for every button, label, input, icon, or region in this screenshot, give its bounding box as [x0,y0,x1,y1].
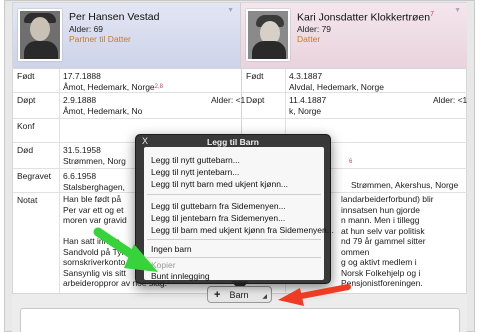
note-line: landarbeiderforbund) blir [341,194,434,204]
place-text: Åmot, Hedemark, Norge2,8 [63,82,238,93]
right-birth-value[interactable]: 4.3.1887 Alvdal, Hedemark, Norge [289,71,465,92]
note-line: Pensjonistforeningen. [341,278,423,288]
note-line: ommen [341,246,370,257]
divider [285,93,286,118]
chevron-down-icon[interactable]: ▼ [227,7,234,14]
person-age: Alder: 69 [69,24,104,34]
source-ref[interactable]: 7 [430,11,434,18]
head-shape [30,17,50,41]
note-line: innsatsen hun gjorde [341,204,420,215]
divider [59,169,60,192]
menu-item-copy: Kopier [151,260,176,270]
menu-item-son-from-sidemenu[interactable]: Legg til guttebarn fra Sidemenyen... [151,201,286,211]
add-child-menu: X Legg til Barn Legg til nytt guttebarn.… [135,134,334,284]
menu-item-new-child-unknown[interactable]: Legg til nytt barn med ukjent kjønn... [151,179,288,189]
add-child-button[interactable]: + Barn ◢ [207,286,272,303]
row-dopt: Døpt 2.9.1888 Åmot, Hedemark, No Alder: … [13,93,467,119]
row-label: Født [17,71,35,81]
right-burial-value[interactable]: Strømmen, Akershus, Norge [351,180,467,191]
menu-item-new-daughter[interactable]: Legg til nytt jentebarn... [151,167,239,177]
right-death-value[interactable]: 6 [349,157,352,168]
menu-body: Legg til nytt guttebarn... Legg til nytt… [144,147,334,281]
person-card-partner[interactable]: Per Hansen Vestad Alder: 69 Partner til … [13,3,241,69]
note-line: at hun selv var politisk [341,225,425,236]
row-label: Begravet [17,171,52,181]
row-fodt: Født 17.7.1888 Åmot, Hedemark, Norge2,8 … [13,69,467,93]
menu-item-new-son[interactable]: Legg til nytt guttebarn... [151,155,240,165]
divider [59,93,60,118]
divider [59,143,60,168]
note-line: n mann. Men i tillegg [341,215,420,225]
person-card-daughter[interactable]: Kari Jonsdatter Klokkertrøen7 Alder: 79 … [241,3,467,69]
right-baptism-age: Alder: <1 [433,95,468,105]
divider [59,193,60,295]
person-photo [246,9,290,61]
note-line: Norsk Folkehjelp og i [341,267,421,278]
row-label: Konf [17,121,35,131]
date-text: 17.7.1888 [63,71,101,81]
person-name-text: Kari Jonsdatter Klokkertrøen [297,11,431,24]
menu-item-bulk-entry[interactable]: Bunt innlegging [151,271,210,281]
menu-item-no-children[interactable]: Ingen barn [151,244,192,254]
row-label: Født [246,71,264,81]
chevron-down-icon: ◢ [262,294,267,300]
divider [59,119,60,142]
place-text: Åmot, Hedemark, No [63,105,143,116]
row-label: Døpt [17,95,36,105]
row-label: Død [17,145,34,155]
person-name: Per Hansen Vestad [69,11,160,23]
add-child-label: Barn [229,289,249,300]
source-ref[interactable]: 2,8 [155,84,163,90]
plus-icon: + [214,288,221,301]
note-line: nd 79 år gammel sitter [341,236,426,246]
menu-separator [147,257,321,258]
person-role: Datter [297,34,321,44]
menu-separator [147,194,321,195]
menu-title: Legg til Barn [207,137,259,147]
row-label: Døpt [246,95,265,105]
left-birth-value[interactable]: 17.7.1888 Åmot, Hedemark, Norge2,8 [63,71,238,92]
divider [285,69,286,92]
person-role: Partner til Datter [69,34,131,44]
person-name: Kari Jonsdatter Klokkertrøen7 [297,11,434,24]
place: Åmot, Hedemark, Norge [63,81,155,92]
body-shape [24,41,58,59]
children-panel [20,308,460,332]
divider [59,69,60,92]
menu-separator [147,239,321,240]
row-label: Notat [17,195,38,205]
source-ref[interactable]: 6 [349,159,352,165]
body-shape [252,41,286,59]
right-note-text[interactable]: landarbeiderforbund) blir innsatsen hun … [341,194,465,289]
divider [241,69,242,92]
place-text: k, Norge [289,105,322,116]
menu-item-daughter-from-sidemenu[interactable]: Legg til jentebarn fra Sidemenyen... [151,213,285,223]
note-line: g og aktivt medlem i [341,257,417,267]
date-text: 4.3.1887 [289,71,323,81]
person-photo [18,9,62,61]
place-text: Alvdal, Hedemark, Norge [289,81,384,92]
person-age: Alder: 79 [297,24,332,34]
chevron-down-icon[interactable]: ▼ [454,7,461,14]
left-baptism-age: Alder: <1 [211,95,246,105]
menu-item-child-unknown-from-sidemenu[interactable]: Legg til barn med ukjent kjønn fra Sidem… [151,225,334,235]
